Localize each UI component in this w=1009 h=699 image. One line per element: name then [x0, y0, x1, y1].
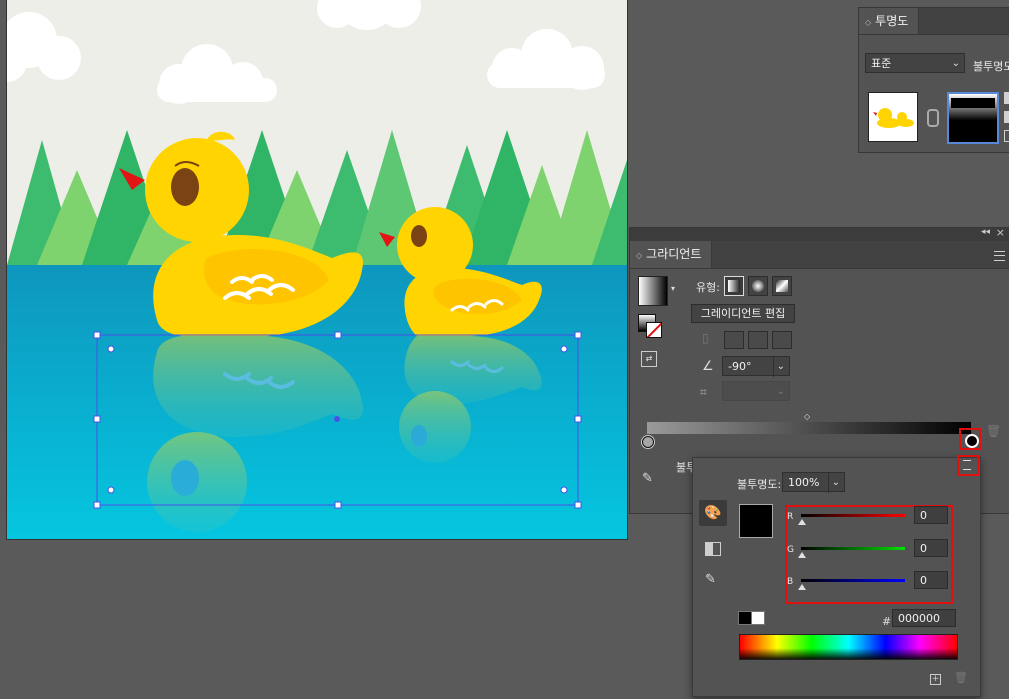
radial-gradient-button[interactable] — [748, 276, 768, 296]
swatch-dropdown-icon[interactable]: ▾ — [671, 284, 675, 293]
trash-icon: 🗑 — [986, 424, 1002, 438]
clip-checkbox[interactable] — [1004, 92, 1009, 104]
mask-top-band — [951, 98, 995, 108]
duck-illustration — [7, 0, 627, 539]
angle-field[interactable]: -90° ⌄ — [722, 356, 790, 377]
swatches-icon[interactable] — [705, 542, 721, 556]
tab-transparency[interactable]: ◇ 투명도 — [859, 8, 920, 34]
color-picker-popup: 불투명도: 100% ⌄ 🎨 ✎ R 0 G 0 B 0 # 000000 + … — [692, 455, 981, 697]
opacity-mask-thumbnail[interactable] — [947, 92, 999, 144]
g-slider[interactable] — [801, 547, 905, 550]
tab-label: 그라디언트 — [646, 247, 702, 261]
midpoint-diamond-icon[interactable]: ◇ — [804, 412, 810, 421]
b-slider[interactable] — [801, 579, 905, 582]
r-value-field[interactable]: 0 — [914, 506, 948, 524]
angle-value: -90° — [728, 360, 752, 373]
gradient-stop-end[interactable] — [965, 434, 979, 448]
invert-mask-checkbox[interactable] — [1004, 111, 1009, 123]
panel-title-bar: ◂◂ × — [630, 226, 1009, 241]
collapse-arrows-icon: ◇ — [865, 18, 872, 27]
eyedropper-icon[interactable]: ✎ — [642, 471, 653, 486]
stroke-none-icon[interactable] — [646, 322, 662, 338]
opacity-label: 불투명도: — [737, 478, 782, 491]
tab-label: 투명도 — [875, 14, 909, 28]
panel-menu-icon[interactable] — [994, 251, 1005, 261]
g-label: G — [787, 545, 794, 555]
aspect-ratio-field: ⌄ — [722, 381, 790, 401]
angle-icon: ∠ — [702, 359, 714, 374]
g-slider-thumb[interactable] — [798, 552, 806, 558]
collapse-panel-icon[interactable]: ◂◂ — [981, 227, 990, 237]
opacity-label: 불투명도 — [973, 60, 1009, 73]
opacity-field[interactable]: 100% ⌄ — [782, 472, 845, 493]
stroke-within-icon: ▯ — [702, 331, 709, 345]
chevron-down-icon: ⌄ — [772, 357, 785, 377]
b-slider-thumb[interactable] — [798, 584, 806, 590]
gradient-swatch-preview[interactable] — [638, 276, 668, 306]
gradient-ramp[interactable] — [647, 422, 971, 434]
blend-mode-dropdown[interactable]: 표준 ⌄ — [865, 53, 965, 73]
white-swatch[interactable] — [751, 611, 765, 625]
close-icon[interactable]: × — [996, 226, 1005, 239]
stroke-along-button — [724, 331, 744, 349]
aspect-ratio-icon: ⌗ — [700, 385, 707, 399]
blend-mode-value: 표준 — [871, 57, 892, 70]
collapse-arrows-icon: ◇ — [636, 251, 643, 260]
stroke-extra-button — [772, 331, 792, 349]
r-slider[interactable] — [801, 514, 905, 517]
transparency-panel: ◇ 투명도 표준 ⌄ 불투명도 — [858, 7, 1009, 153]
add-swatch-icon[interactable]: + — [930, 674, 941, 685]
edit-gradient-button[interactable]: 그레이디언트 편집 — [691, 304, 795, 323]
chevron-down-icon: ⌄ — [776, 386, 785, 397]
g-value-field[interactable]: 0 — [914, 539, 948, 557]
object-thumbnail[interactable] — [868, 92, 918, 142]
hex-prefix: # — [882, 615, 892, 628]
b-label: B — [787, 577, 794, 587]
color-palette-icon[interactable]: 🎨 — [699, 500, 727, 526]
swap-fill-stroke-icon[interactable]: ⇄ — [641, 351, 657, 367]
trash-icon: 🗑 — [954, 671, 968, 684]
link-chain-icon[interactable] — [927, 109, 939, 127]
r-label: R — [787, 512, 794, 522]
knockout-checkbox[interactable] — [1004, 130, 1009, 142]
ducks-thumbnail-icon — [873, 108, 914, 128]
current-color-swatch[interactable] — [739, 504, 773, 538]
freeform-gradient-button[interactable] — [772, 276, 792, 296]
list-options-icon[interactable] — [963, 460, 971, 470]
stroke-across-button — [748, 331, 768, 349]
tab-gradient[interactable]: ◇ 그라디언트 — [630, 241, 713, 268]
chevron-down-icon: ⌄ — [827, 473, 840, 493]
type-label: 유형: — [696, 281, 720, 294]
chevron-down-icon: ⌄ — [951, 58, 960, 69]
b-value-field[interactable]: 0 — [914, 571, 948, 589]
gradient-stop-start[interactable] — [642, 436, 654, 448]
r-slider-thumb[interactable] — [798, 519, 806, 525]
linear-gradient-button[interactable] — [724, 276, 744, 296]
hex-value-field[interactable]: 000000 — [892, 609, 956, 627]
color-spectrum[interactable] — [739, 634, 958, 660]
opacity-value: 100% — [788, 476, 820, 489]
eyedropper-icon[interactable]: ✎ — [705, 572, 716, 587]
artboard-canvas[interactable] — [7, 0, 627, 539]
